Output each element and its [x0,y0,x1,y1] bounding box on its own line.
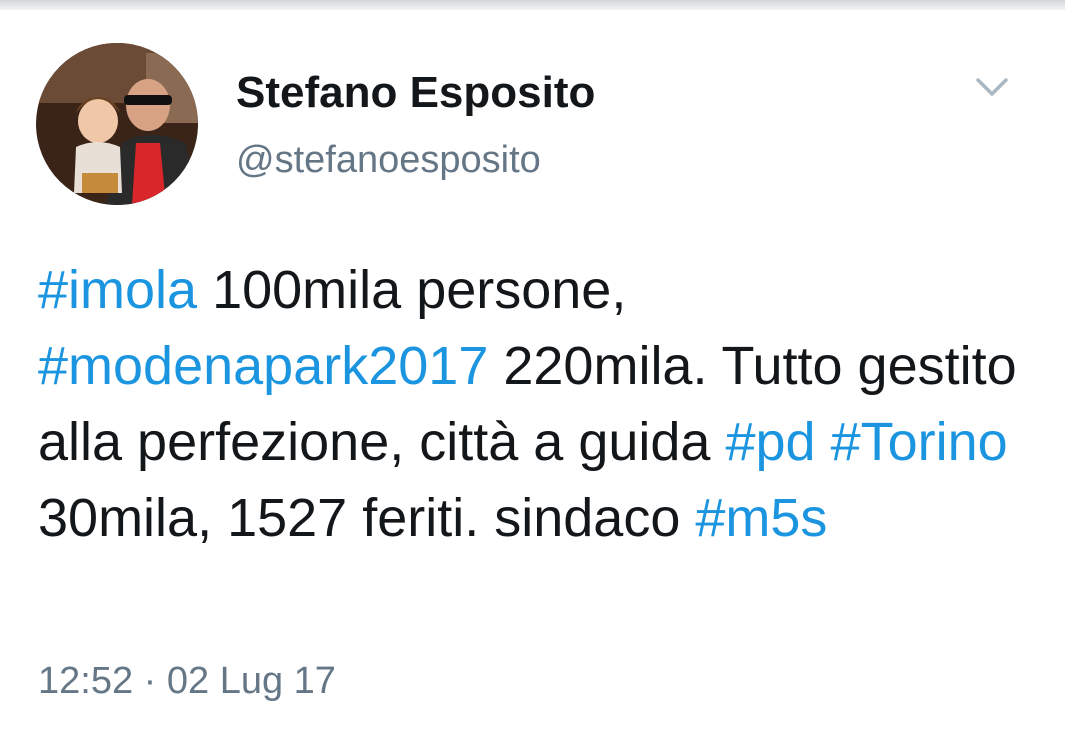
avatar[interactable] [36,43,198,205]
top-divider [0,0,1065,10]
hashtag-link[interactable]: #imola [38,260,197,320]
tweet-timestamp[interactable]: 12:52 · 02 Lug 17 [38,660,336,703]
tweet-text: #imola 100mila persone, #modenapark2017 … [38,252,1048,556]
tweet-text-segment: 30mila, 1527 feriti. sindaco [38,488,696,548]
author-display-name[interactable]: Stefano Esposito [236,68,595,118]
tweet-card: Stefano Esposito @stefanoesposito #imola… [0,0,1065,750]
hashtag-link[interactable]: #modenapark2017 [38,336,488,396]
hashtag-link[interactable]: #m5s [695,488,827,548]
chevron-down-icon[interactable] [972,72,1012,104]
author-handle[interactable]: @stefanoesposito [236,139,541,182]
tweet-text-segment: 100mila persone, [197,260,627,320]
hashtag-link[interactable]: #Torino [831,412,1008,472]
tweet-text-segment [816,412,831,472]
hashtag-link[interactable]: #pd [725,412,815,472]
